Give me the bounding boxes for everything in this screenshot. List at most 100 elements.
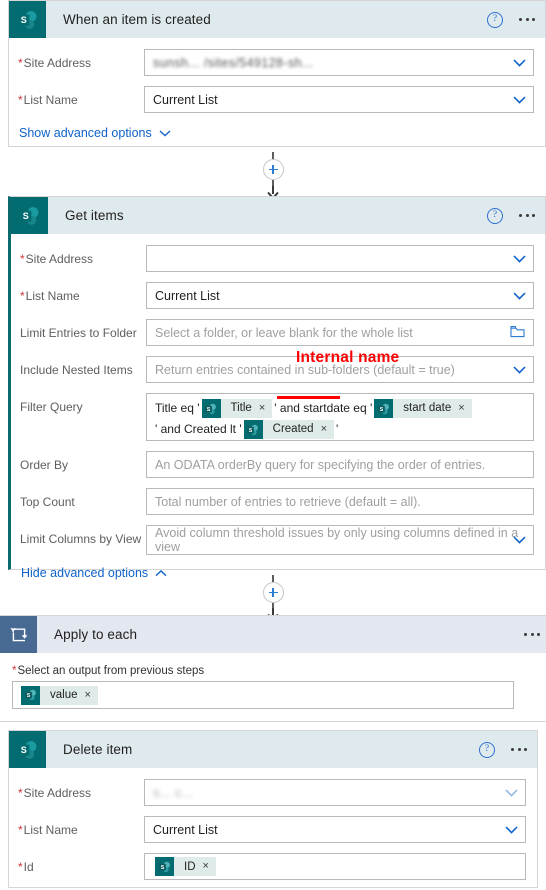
- remove-token-icon[interactable]: ×: [458, 399, 471, 418]
- connector-line: [272, 575, 274, 582]
- chevron-down-icon[interactable]: [505, 788, 518, 797]
- sharepoint-icon: S: [21, 685, 40, 705]
- sharepoint-icon: S: [9, 1, 46, 38]
- site-address-value: s... c...: [153, 785, 194, 800]
- list-name-value: Current List: [153, 822, 218, 837]
- field-row-site-address: *Site Address sunsh... /sites/549128-sh.…: [18, 49, 534, 76]
- site-address-input[interactable]: s... c...: [144, 779, 526, 806]
- limit-entries-to-folder-input[interactable]: Select a folder, or leave blank for the …: [146, 319, 534, 346]
- chevron-down-icon: [159, 126, 171, 140]
- field-label: Top Count: [20, 495, 75, 509]
- list-name-input[interactable]: Current List: [146, 282, 534, 309]
- site-address-input[interactable]: [146, 245, 534, 272]
- field-label: *Site Address: [18, 56, 92, 70]
- token-label: ID: [184, 860, 196, 873]
- dynamic-token-value[interactable]: S value ×: [21, 685, 98, 705]
- chevron-down-icon[interactable]: [505, 825, 518, 834]
- svg-text:S: S: [22, 211, 28, 221]
- svg-text:S: S: [20, 745, 26, 755]
- dynamic-token-start-date[interactable]: S start date ×: [374, 399, 472, 418]
- field-row-list-name: *List Name Current List: [20, 282, 534, 309]
- step-body-delete-item: *Site Address s... c... *List Name Curre…: [9, 768, 537, 890]
- select-output-input[interactable]: S value ×: [12, 681, 514, 709]
- field-row-list-name: *List Name Current List: [18, 86, 534, 113]
- chevron-down-icon[interactable]: [513, 365, 526, 374]
- more-options-icon[interactable]: [519, 214, 535, 217]
- help-icon[interactable]: ?: [479, 741, 495, 758]
- dynamic-token-id[interactable]: S ID ×: [155, 857, 216, 876]
- step-header-get-items[interactable]: S Get items ?: [11, 197, 545, 234]
- field-row-list-name: *List Name Current List: [18, 816, 526, 843]
- dynamic-token-title[interactable]: S Title ×: [201, 399, 273, 418]
- field-row-id: *Id S ID ×: [18, 853, 526, 880]
- top-count-input[interactable]: Total number of entries to retrieve (def…: [146, 488, 534, 515]
- field-row-top-count: Top Count Total number of entries to ret…: [20, 488, 534, 515]
- chevron-down-icon[interactable]: [513, 291, 526, 300]
- more-options-icon[interactable]: [511, 748, 527, 751]
- step-header-delete-item[interactable]: S Delete item ?: [9, 731, 537, 768]
- select-output-label: *Select an output from previous steps: [12, 665, 205, 677]
- filter-query-text-2: ' and startdate eq ': [274, 401, 373, 415]
- remove-token-icon[interactable]: ×: [259, 399, 272, 418]
- field-label: Order By: [20, 458, 69, 472]
- sharepoint-icon: S: [374, 399, 394, 418]
- flow-step-apply-to-each[interactable]: Apply to each *Select an output from pre…: [0, 615, 546, 722]
- step-body-trigger: *Site Address sunsh... /sites/549128-sh.…: [9, 38, 545, 150]
- advanced-options-label: Show advanced options: [19, 126, 152, 140]
- flow-step-delete-item[interactable]: S Delete item ? *Site Address s... c... …: [8, 730, 538, 888]
- step-title: When an item is created: [63, 12, 211, 27]
- remove-token-icon[interactable]: ×: [321, 420, 334, 439]
- field-row-include-nested-items: Include Nested Items Return entries cont…: [20, 356, 534, 383]
- chevron-down-icon[interactable]: [513, 58, 526, 67]
- connector-1: [0, 152, 546, 199]
- insert-step-button[interactable]: [262, 582, 284, 603]
- remove-token-icon[interactable]: ×: [85, 686, 98, 705]
- help-icon[interactable]: ?: [487, 207, 503, 224]
- id-input[interactable]: S ID ×: [144, 853, 526, 880]
- limit-columns-by-view-input[interactable]: Avoid column threshold issues by only us…: [146, 525, 534, 555]
- folder-icon[interactable]: [510, 325, 525, 341]
- remove-token-icon[interactable]: ×: [203, 857, 216, 876]
- step-title: Delete item: [63, 742, 133, 757]
- insert-step-button[interactable]: [262, 159, 284, 180]
- required-asterisk: *: [18, 786, 23, 800]
- filter-query-input[interactable]: Title eq ' S Title × ' and startdate eq …: [146, 393, 534, 441]
- order-by-input[interactable]: An ODATA orderBy query for specifying th…: [146, 451, 534, 478]
- sharepoint-icon: S: [201, 399, 221, 418]
- step-header-apply-to-each[interactable]: Apply to each: [0, 616, 546, 653]
- list-name-input[interactable]: Current List: [144, 816, 526, 843]
- field-label: *Site Address: [18, 786, 92, 800]
- flow-step-trigger[interactable]: S When an item is created ? *Site Addres…: [8, 0, 546, 147]
- field-row-filter-query: Filter Query Title eq ' S Title × ' and …: [20, 393, 534, 441]
- field-row-site-address: *Site Address s... c...: [18, 779, 526, 806]
- token-label: Created: [272, 423, 314, 435]
- step-body-get-items: *Site Address *List Name Current List Li…: [11, 234, 545, 590]
- sharepoint-icon: S: [11, 197, 48, 234]
- field-row-site-address: *Site Address: [20, 245, 534, 272]
- show-advanced-options-link[interactable]: Show advanced options: [19, 126, 534, 140]
- required-asterisk: *: [18, 56, 23, 70]
- field-label: Limit Columns by View: [20, 532, 142, 546]
- flow-step-get-items[interactable]: S Get items ? *Site Address *List Name C…: [8, 196, 546, 580]
- list-name-input[interactable]: Current List: [144, 86, 534, 113]
- help-icon[interactable]: ?: [487, 11, 503, 28]
- chevron-down-icon[interactable]: [513, 254, 526, 263]
- step-header-trigger[interactable]: S When an item is created ?: [9, 1, 545, 38]
- site-address-input[interactable]: sunsh... /sites/549128-sh...: [144, 49, 534, 76]
- more-options-icon[interactable]: [524, 633, 540, 636]
- filter-query-text-1: Title eq ': [155, 401, 200, 415]
- annotation-underline: [277, 396, 340, 399]
- required-asterisk: *: [20, 252, 25, 266]
- sharepoint-icon: S: [9, 731, 46, 768]
- field-row-order-by: Order By An ODATA orderBy query for spec…: [20, 451, 534, 478]
- svg-text:S: S: [160, 864, 164, 870]
- token-label: start date: [403, 402, 452, 414]
- loop-icon: [0, 616, 37, 653]
- dynamic-token-created[interactable]: S Created ×: [243, 420, 334, 439]
- step-title: Apply to each: [54, 627, 138, 642]
- connector-line: [272, 152, 274, 159]
- header-actions: [524, 616, 540, 653]
- svg-text:S: S: [249, 427, 253, 433]
- chevron-down-icon[interactable]: [513, 95, 526, 104]
- more-options-icon[interactable]: [519, 18, 535, 21]
